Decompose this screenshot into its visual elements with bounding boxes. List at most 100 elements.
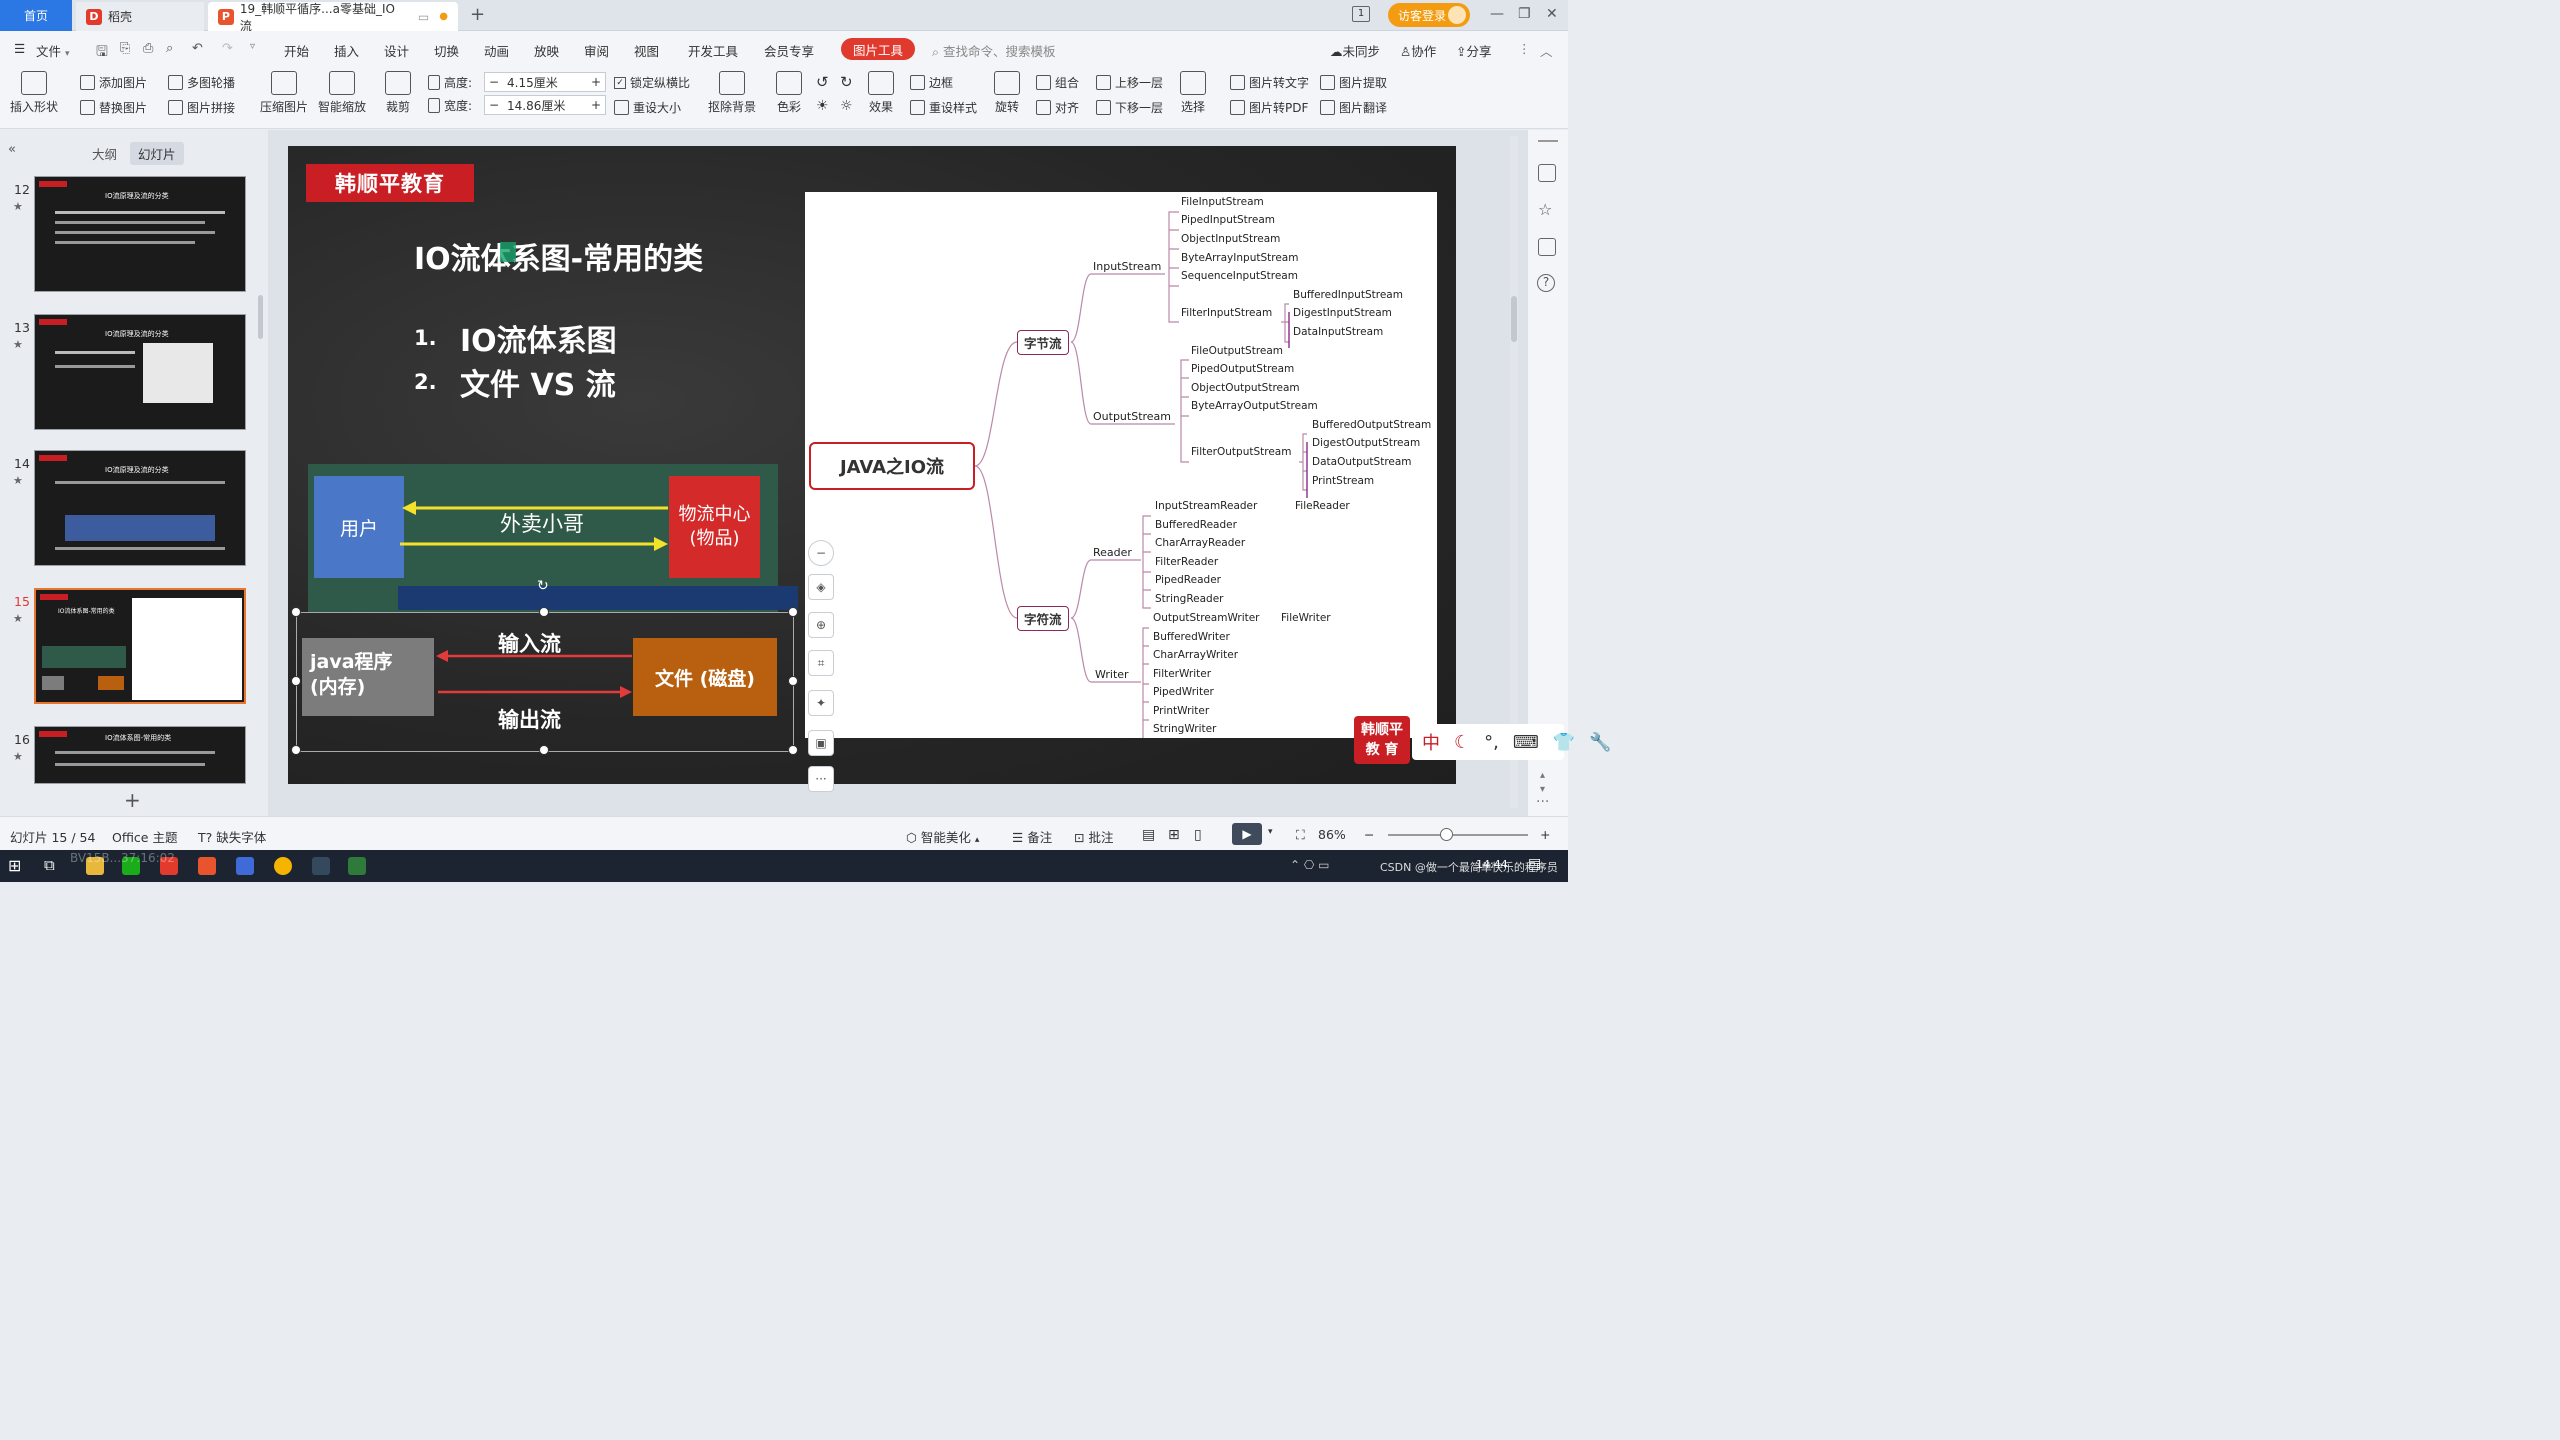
tray-icons[interactable]: ⌃ ⎔ ▭ bbox=[1290, 858, 1330, 872]
brightness-down-icon[interactable]: ☼ bbox=[840, 98, 853, 114]
print-icon[interactable]: ⎙ bbox=[143, 41, 153, 56]
width-field[interactable]: − 14.86厘米 + bbox=[484, 95, 606, 115]
customize-icon[interactable]: ▿ bbox=[250, 41, 255, 52]
restore-icon[interactable]: ❐ bbox=[1518, 6, 1531, 22]
collapse-ribbon-icon[interactable]: ︿ bbox=[1540, 41, 1553, 60]
wrench-icon[interactable]: 🔧 bbox=[1589, 732, 1611, 753]
grid-view-icon[interactable]: ⊞ bbox=[1168, 827, 1180, 843]
border-button[interactable]: 边框 bbox=[910, 74, 953, 91]
wps-icon[interactable] bbox=[198, 857, 216, 875]
export-icon[interactable]: ⎘ bbox=[120, 41, 130, 56]
height-decrement-icon[interactable]: − bbox=[485, 75, 503, 89]
more-tools-button[interactable]: ··· bbox=[808, 766, 834, 792]
menu-developer[interactable]: 开发工具 bbox=[688, 41, 738, 60]
brightness-up-icon[interactable]: ☀ bbox=[816, 98, 829, 114]
comment-panel-icon[interactable] bbox=[1538, 238, 1556, 256]
redo-icon[interactable]: ↷ bbox=[222, 41, 233, 56]
align-button[interactable]: 对齐 bbox=[1036, 99, 1079, 116]
io-mindmap-image[interactable]: JAVA之IO流 字节流 字符流 InputStream OutputStrea… bbox=[805, 192, 1437, 738]
image-stitch-button[interactable]: 图片拼接 bbox=[168, 99, 235, 116]
punctuation-icon[interactable]: °, bbox=[1484, 732, 1499, 753]
zoom-out-status-icon[interactable]: − bbox=[1364, 827, 1374, 842]
slide-thumbnail-12[interactable]: IO流原理及流的分类 bbox=[34, 176, 246, 292]
smart-beautify-button[interactable]: ⬡ 智能美化 ▴ bbox=[906, 827, 979, 846]
missing-font-button[interactable]: T? 缺失字体 bbox=[198, 827, 266, 846]
guest-login-button[interactable]: 访客登录 bbox=[1388, 3, 1470, 27]
height-increment-icon[interactable]: + bbox=[587, 75, 605, 89]
notification-icon[interactable]: ▤ bbox=[1528, 856, 1541, 872]
tab-home[interactable]: 首页 bbox=[0, 0, 72, 31]
menu-member[interactable]: 会员专享 bbox=[764, 41, 814, 60]
menu-review[interactable]: 审阅 bbox=[584, 41, 609, 60]
zoom-slider-thumb[interactable] bbox=[1440, 828, 1453, 841]
pic-to-text-button[interactable]: 图片转文字 bbox=[1230, 74, 1309, 91]
insert-shape-button[interactable]: 插入形状 bbox=[10, 71, 58, 115]
unsynced-button[interactable]: ☁未同步 bbox=[1330, 41, 1380, 60]
group-button[interactable]: 组合 bbox=[1036, 74, 1079, 91]
effect-button[interactable]: 效果 bbox=[868, 71, 894, 115]
slide-thumbnail-16[interactable]: IO流体系图-常用的类 bbox=[34, 726, 246, 784]
chrome-icon[interactable] bbox=[274, 857, 292, 875]
slide-thumbnail-15-selected[interactable]: IO流体系图-常用的类 bbox=[34, 588, 246, 704]
scroll-up-icon[interactable]: ▴ bbox=[1540, 770, 1545, 781]
preview-icon[interactable]: ⌕ bbox=[166, 41, 173, 56]
ime-toolbar[interactable]: 中 ☾ °, ⌨ 👕 🔧 bbox=[1412, 724, 1612, 760]
menu-view[interactable]: 视图 bbox=[634, 41, 659, 60]
menu-transition[interactable]: 切换 bbox=[434, 41, 459, 60]
search-command[interactable]: ⌕ 查找命令、搜索模板 bbox=[932, 41, 1056, 60]
compress-image-button[interactable]: 压缩图片 bbox=[260, 71, 308, 115]
height-value[interactable]: 4.15厘米 bbox=[503, 74, 587, 91]
resize-handle-tl[interactable] bbox=[291, 607, 301, 617]
monitor-icon[interactable]: ▭ bbox=[418, 10, 429, 24]
keyboard-icon[interactable]: ⌨ bbox=[1513, 732, 1539, 753]
zoom-in-icon[interactable]: ⊕ bbox=[808, 612, 834, 638]
menu-file[interactable]: 文件 ▾ bbox=[36, 41, 70, 60]
idea-bulb-icon[interactable]: ✦ bbox=[808, 690, 834, 716]
new-tab-button[interactable]: + bbox=[470, 4, 485, 25]
resize-handle-b[interactable] bbox=[539, 745, 549, 755]
canvas-vertical-scrollbar[interactable] bbox=[1510, 136, 1518, 808]
pic-to-pdf-button[interactable]: 图片转PDF bbox=[1230, 99, 1308, 116]
crop-button[interactable]: 裁剪 bbox=[385, 71, 411, 115]
rotate-handle-icon[interactable]: ↻ bbox=[537, 578, 549, 594]
menu-start[interactable]: 开始 bbox=[284, 41, 309, 60]
remove-bg-button[interactable]: 抠除背景 bbox=[708, 71, 756, 115]
color-button[interactable]: 色彩 bbox=[776, 71, 802, 115]
page-badge-icon[interactable]: 1 bbox=[1352, 6, 1370, 22]
replace-image-button[interactable]: 替换图片 bbox=[80, 99, 147, 116]
more-horizontal-icon[interactable]: ··· bbox=[1536, 794, 1549, 810]
save-icon[interactable]: 🖫 bbox=[96, 41, 108, 65]
minimize-icon[interactable]: — bbox=[1490, 6, 1504, 22]
resize-handle-t[interactable] bbox=[539, 607, 549, 617]
play-options-icon[interactable]: ▾ bbox=[1268, 827, 1273, 837]
scrollbar-thumb[interactable] bbox=[1511, 296, 1517, 342]
play-slideshow-icon[interactable]: ▶ bbox=[1232, 823, 1262, 845]
rotate-left-icon[interactable]: ↺ bbox=[816, 73, 829, 91]
comment-button[interactable]: ⊡ 批注 bbox=[1074, 827, 1113, 846]
pic-translate-button[interactable]: 图片翻译 bbox=[1320, 99, 1387, 116]
menu-insert[interactable]: 插入 bbox=[334, 41, 359, 60]
reading-view-icon[interactable]: ▯ bbox=[1194, 827, 1202, 843]
brand-banner[interactable]: 韩顺平教育 bbox=[306, 164, 474, 202]
slide-title[interactable]: IO流体系图-常用的类 bbox=[414, 234, 703, 278]
reset-size-button[interactable]: 重设大小 bbox=[614, 99, 681, 116]
tab-slides[interactable]: 幻灯片 bbox=[130, 142, 184, 165]
windows-start-icon[interactable]: ⊞ bbox=[8, 856, 21, 875]
zoom-out-icon[interactable]: − bbox=[808, 540, 834, 566]
fit-window-icon[interactable]: ⛶ bbox=[1296, 827, 1305, 843]
menu-picture-tools[interactable]: 图片工具 bbox=[841, 38, 915, 60]
multi-carousel-button[interactable]: 多图轮播 bbox=[168, 74, 235, 91]
star-outline-icon[interactable]: ☆ bbox=[1538, 200, 1552, 219]
close-icon[interactable]: ✕ bbox=[1546, 6, 1558, 22]
theme-name[interactable]: Office 主题 bbox=[112, 827, 177, 846]
select-button[interactable]: 选择 bbox=[1180, 71, 1206, 115]
width-increment-icon[interactable]: + bbox=[587, 98, 605, 112]
list-item-2[interactable]: 2. 文件 VS 流 bbox=[414, 360, 616, 404]
menu-animation[interactable]: 动画 bbox=[484, 41, 509, 60]
add-image-button[interactable]: 添加图片 bbox=[80, 74, 147, 91]
resize-handle-bl[interactable] bbox=[291, 745, 301, 755]
notes-button[interactable]: ☰ 备注 bbox=[1012, 827, 1052, 846]
normal-view-icon[interactable]: ▤ bbox=[1142, 827, 1155, 843]
resize-handle-r[interactable] bbox=[788, 676, 798, 686]
crop-tool-icon[interactable]: ⌗ bbox=[808, 650, 834, 676]
